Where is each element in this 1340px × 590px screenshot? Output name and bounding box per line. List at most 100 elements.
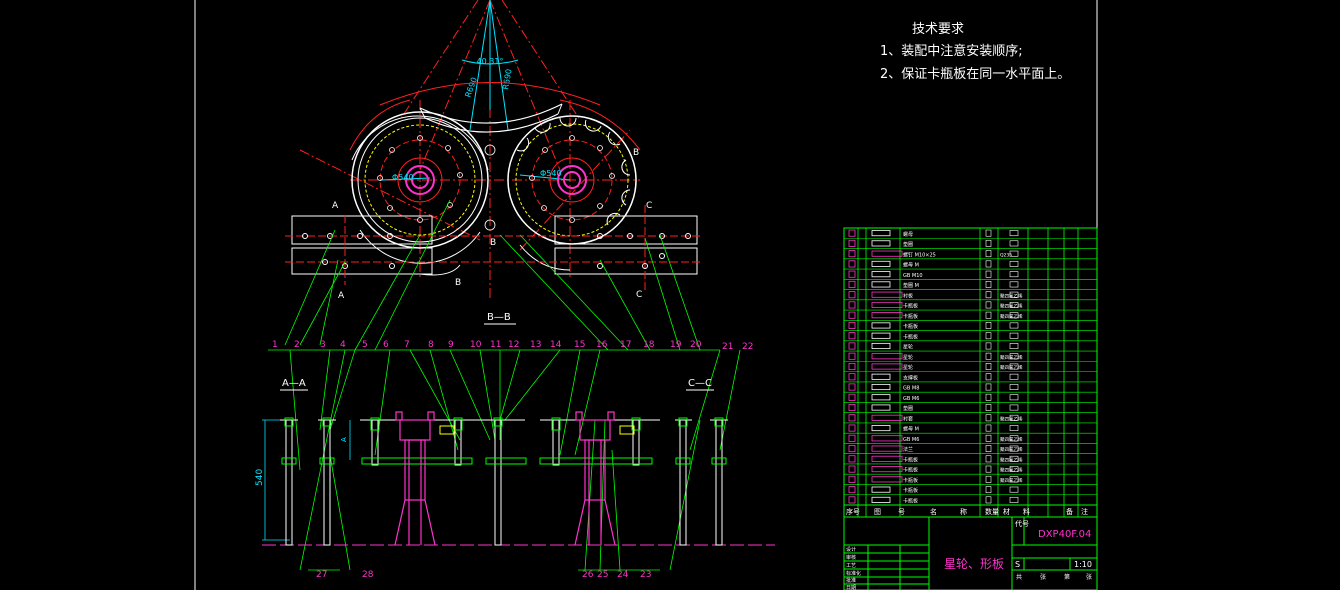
balloon-24: 24 (617, 570, 629, 580)
svg-text:数量: 数量 (985, 507, 999, 516)
balloon-10: 10 (470, 340, 482, 350)
svg-text:批准: 批准 (846, 577, 856, 584)
bom-row-material: 聚四氟乙烯 (1000, 446, 1023, 453)
bom-row-name: 卡瓶板 (903, 333, 918, 340)
bom-row-material: 聚四氟乙烯 (1000, 467, 1023, 474)
bom-header: 序号 图 号 名 称 数量 材 料 备 注 (846, 507, 1088, 516)
bom-row-name: 卡瓶板 (903, 456, 918, 463)
cad-drawing-sheet: 40.31° R690 R690 Φ540 Φ540 A A B B B C C… (194, 0, 1098, 590)
bom-row-name: 螺母 M (903, 262, 919, 269)
drawing-name: 星轮、形板 (944, 557, 1004, 571)
drawing-no-label: 代号 (1015, 519, 1029, 528)
section-marker-b-upper: B (633, 148, 639, 158)
balloon-23: 23 (640, 570, 651, 580)
balloon-8: 8 (428, 340, 434, 350)
bom-row-name: 支撑板 (903, 374, 918, 381)
bom-row-name: 卡瓶板 (903, 303, 918, 310)
bom-row-material: 聚四氟乙烯 (1000, 364, 1023, 371)
section-marker-b-lower: B (455, 278, 461, 288)
bom-row-material: 聚四氟乙烯 (1000, 354, 1023, 361)
bom-row-name: 垫圈 (903, 405, 913, 412)
radius-label-2: R690 (501, 68, 513, 90)
svg-text:第: 第 (1064, 573, 1070, 581)
part-balloons-bottom: 27 28 26 25 24 23 (316, 570, 651, 580)
angle-label: 40.31° (477, 57, 504, 66)
balloon-22: 22 (742, 342, 753, 352)
bom-row-material: 聚四氟乙烯 (1000, 313, 1023, 320)
balloon-3: 3 (320, 340, 326, 350)
bom-row-name: 卡瓶板 (903, 477, 918, 484)
bom-row-name: 卡瓶板 (903, 313, 918, 320)
technical-requirement-2: 2、保证卡瓶板在同一水平面上。 (880, 67, 1071, 82)
bom-row-name: 星轮 (903, 364, 913, 371)
title-footer: 共 张 第 张 (1016, 573, 1092, 581)
balloon-16: 16 (596, 340, 608, 350)
section-bb-title: B—B (487, 312, 511, 323)
technical-requirement-1: 1、装配中注意安装顺序; (880, 44, 1023, 59)
balloon-11: 11 (490, 340, 501, 350)
diameter-label-right: Φ540 (540, 169, 562, 178)
bom-row-name: 星轮 (903, 344, 913, 351)
balloon-6: 6 (383, 340, 389, 350)
diameter-label-left: Φ540 (392, 173, 414, 182)
svg-text:材: 材 (1003, 507, 1010, 516)
height-dimension: 540 (255, 469, 265, 486)
svg-text:注: 注 (1081, 507, 1088, 516)
balloon-1: 1 (272, 340, 278, 350)
bom-row-name: GB M10 (903, 273, 923, 279)
svg-text:工艺: 工艺 (846, 563, 856, 569)
small-dimension: A (340, 437, 348, 442)
balloon-15: 15 (574, 340, 585, 350)
balloon-25: 25 (597, 570, 608, 580)
svg-text:名: 名 (930, 507, 937, 516)
svg-text:共: 共 (1016, 573, 1022, 581)
bom-row-material: 聚四氟乙烯 (1000, 436, 1023, 443)
bom-row-material: 聚四氟乙烯 (1000, 477, 1023, 484)
bom-row-material: 聚四氟乙烯 (1000, 292, 1023, 299)
bom-row-name: GB M6 (903, 437, 919, 443)
balloon-13: 13 (530, 340, 541, 350)
svg-text:标准化: 标准化 (846, 570, 861, 577)
bom-row-name: GB M6 (903, 396, 919, 402)
balloon-7: 7 (404, 340, 410, 350)
svg-text:日期: 日期 (846, 585, 856, 590)
bom-row-name: 垫圈 M (903, 282, 919, 289)
bom-row-name: 法兰 (903, 446, 913, 453)
section-marker-c-top: C (646, 201, 652, 211)
svg-text:张: 张 (1086, 573, 1092, 581)
balloon-17: 17 (620, 340, 631, 350)
bom-row-material: 聚四氟乙烯 (1000, 415, 1023, 422)
section-marker-a-bottom: A (338, 291, 345, 301)
svg-text:号: 号 (898, 508, 905, 516)
balloon-5: 5 (362, 340, 368, 350)
svg-text:称: 称 (960, 507, 967, 516)
balloon-27: 27 (316, 570, 327, 580)
bom-row-name: 卡瓶板 (903, 487, 918, 494)
bom-row-name: 衬套 (903, 415, 913, 422)
bom-row-name: 垫圈 (903, 241, 913, 248)
drawing-stage: S (1015, 560, 1020, 569)
balloon-21: 21 (722, 342, 733, 352)
bom-row-material: Q235 (1000, 252, 1012, 258)
balloon-4: 4 (340, 340, 346, 350)
balloon-20: 20 (690, 340, 702, 350)
balloon-28: 28 (362, 570, 374, 580)
bom-row-name: 卡瓶板 (903, 323, 918, 330)
leader-lines (268, 199, 741, 571)
balloon-9: 9 (448, 340, 454, 350)
bom-row-name: 卡瓶板 (903, 498, 918, 505)
svg-text:设计: 设计 (846, 546, 856, 553)
title-block: 代号 DXP40F.04 星轮、形板 S 1:10 设计 审核 工艺 标准化 批… (843, 507, 1098, 590)
bom-row-material: 聚四氟乙烯 (1000, 303, 1023, 310)
bom-row-name: 卡瓶板 (903, 467, 918, 474)
balloon-14: 14 (550, 340, 562, 350)
balloon-2: 2 (294, 340, 300, 350)
section-marker-b-center: B (490, 238, 496, 248)
balloon-26: 26 (582, 570, 594, 580)
balloon-12: 12 (508, 340, 519, 350)
technical-requirements-title: 技术要求 (912, 22, 965, 37)
bom-row-name: 螺钉 M10×25 (903, 251, 936, 258)
svg-text:审核: 审核 (846, 554, 856, 561)
svg-text:张: 张 (1040, 573, 1046, 581)
svg-text:序号: 序号 (846, 507, 860, 516)
